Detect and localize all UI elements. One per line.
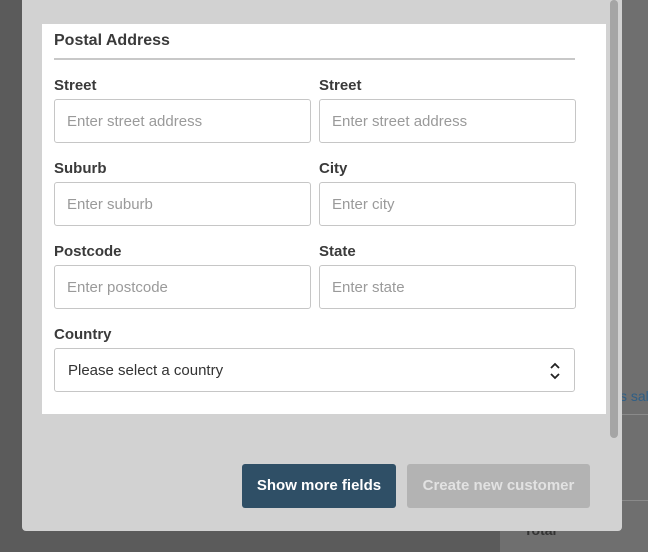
- state-label: State: [319, 243, 356, 260]
- street-2-label: Street: [319, 77, 362, 94]
- suburb-input[interactable]: [54, 182, 311, 226]
- show-more-fields-button[interactable]: Show more fields: [242, 464, 396, 508]
- postcode-input[interactable]: [54, 265, 311, 309]
- country-label: Country: [54, 326, 112, 343]
- country-selected-value: Please select a country: [68, 362, 224, 379]
- create-new-customer-button[interactable]: Create new customer: [407, 464, 590, 508]
- city-input[interactable]: [319, 182, 576, 226]
- country-select[interactable]: Please select a country: [54, 348, 575, 392]
- section-title: Postal Address: [54, 32, 170, 49]
- street-label: Street: [54, 77, 97, 94]
- state-input[interactable]: [319, 265, 576, 309]
- suburb-label: Suburb: [54, 160, 107, 177]
- modal-scrollbar-thumb[interactable]: [610, 0, 618, 438]
- select-arrows-icon: [550, 362, 560, 380]
- postcode-label: Postcode: [54, 243, 122, 260]
- street-input[interactable]: [54, 99, 311, 143]
- city-label: City: [319, 160, 348, 177]
- section-divider: [54, 58, 575, 60]
- street-2-input[interactable]: [319, 99, 576, 143]
- background-link: s sal: [620, 388, 648, 404]
